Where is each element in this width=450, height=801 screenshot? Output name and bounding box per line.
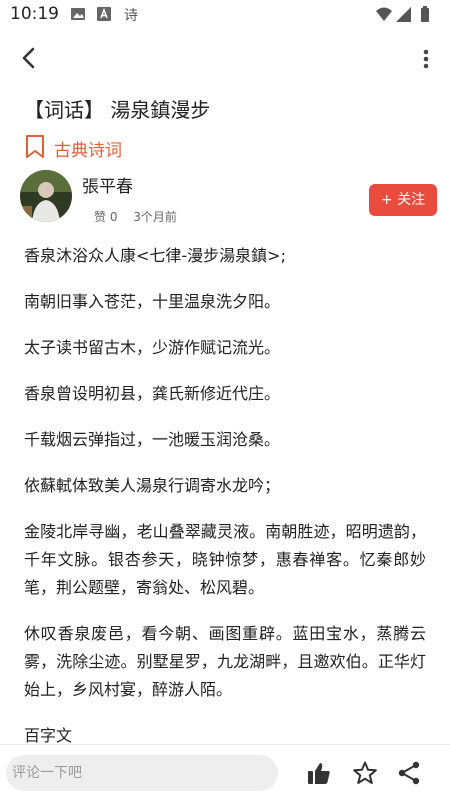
font-icon <box>96 6 112 26</box>
paragraph: 南朝旧事入苍茫，十里温泉洗夕阳。 <box>24 292 281 311</box>
like-button[interactable] <box>306 760 332 786</box>
more-vertical-icon <box>423 49 429 69</box>
bottom-bar <box>0 744 450 801</box>
paragraph: 依蘇軾体致美人湯泉行调寄水龙吟； <box>24 476 281 495</box>
paragraph: 香泉沐浴众人康<七律-漫步湯泉鎮>; <box>24 246 286 265</box>
bookmark-icon <box>26 135 44 158</box>
wifi-icon <box>376 7 392 21</box>
like-count: 赞 0 <box>94 210 118 224</box>
status-time: 10:19 <box>10 4 59 24</box>
like-icon <box>308 763 330 784</box>
post-time: 3个月前 <box>133 210 177 224</box>
paragraph: 金陵北岸寻幽，老山叠翠藏灵液。南朝胜迹，昭明遗韵，千年文脉。银杏参天，晓钟惊梦，… <box>24 522 426 597</box>
follow-button[interactable]: + 关注 <box>369 184 437 216</box>
back-arrow-icon <box>22 47 35 69</box>
category-label: 古典诗词 <box>54 141 122 161</box>
app-bar <box>0 34 450 80</box>
image-icon <box>70 6 86 26</box>
category-tag[interactable]: 古典诗词 <box>24 134 122 162</box>
paragraph: 香泉曾设明初县，龚氏新修近代庄。 <box>24 384 281 403</box>
author-name[interactable]: 張平春 <box>82 172 133 197</box>
share-button[interactable] <box>396 760 422 786</box>
author-avatar[interactable] <box>20 170 72 222</box>
battery-icon <box>421 6 429 22</box>
article-title: 【词话】 湯泉鎮漫步 <box>24 98 211 122</box>
author-meta: 赞 0 3个月前 <box>94 208 189 225</box>
app-notification-label: 诗 <box>124 8 138 24</box>
paragraph: 休叹香泉废邑，看今朝、画图重辟。蓝田宝水，蒸腾云雾，洗除尘迹。别墅星罗，九龙湖畔… <box>24 624 426 699</box>
more-options-button[interactable] <box>416 44 436 74</box>
article-content: 香泉沐浴众人康<七律-漫步湯泉鎮>; 南朝旧事入苍茫，十里温泉洗夕阳。 太子读书… <box>24 242 426 768</box>
share-icon <box>398 761 420 785</box>
paragraph: 千载烟云弹指过，一池暖玉润沧桑。 <box>24 430 281 449</box>
favorite-button[interactable] <box>352 760 378 786</box>
back-button[interactable] <box>14 44 44 74</box>
paragraph: 太子读书留古木，少游作赋记流光。 <box>24 338 281 357</box>
signal-icon <box>396 7 411 22</box>
status-icons <box>374 5 436 25</box>
star-icon <box>353 761 377 784</box>
comment-input[interactable] <box>6 755 278 791</box>
status-bar: 10:19 诗 <box>0 0 450 30</box>
